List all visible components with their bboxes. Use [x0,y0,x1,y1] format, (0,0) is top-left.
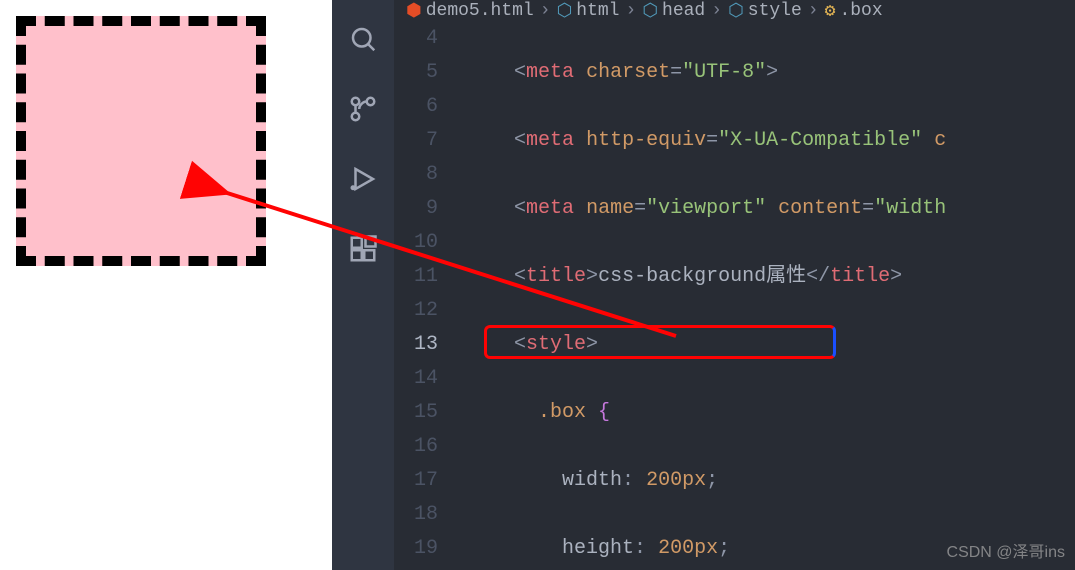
breadcrumb-file: demo5.html [426,1,534,21]
class-icon: ⚙ [825,0,836,22]
run-debug-icon[interactable] [348,164,378,194]
chevron-right-icon: › [626,1,637,21]
source-control-icon[interactable] [348,94,378,124]
preview-pane [0,0,332,570]
chevron-right-icon: › [711,1,722,21]
line-gutter: 4 5 6 7 8 9 10 11 12 13 14 15 16 17 18 1… [394,22,466,570]
element-icon: ⬡ [557,0,573,22]
activity-bar [332,0,394,570]
breadcrumb-part: .box [839,1,882,21]
extensions-icon[interactable] [348,234,378,264]
watermark: CSDN @泽哥ins [947,538,1065,562]
chevron-right-icon: › [540,1,551,21]
breadcrumb-part: html [576,1,619,21]
code-content[interactable]: <meta charset="UTF-8"> <meta http-equiv=… [466,22,1075,570]
element-icon: ⬡ [642,0,658,22]
html-file-icon: ⬢ [406,0,422,22]
editor-pane: ⬢ demo5.html › ⬡ html › ⬡ head › ⬡ style… [394,0,1075,570]
breadcrumb-part: head [662,1,705,21]
demo-box [16,16,266,266]
search-icon[interactable] [348,24,378,54]
breadcrumb-part: style [748,1,802,21]
element-icon: ⬡ [728,0,744,22]
code-area[interactable]: 4 5 6 7 8 9 10 11 12 13 14 15 16 17 18 1… [394,22,1075,570]
breadcrumb[interactable]: ⬢ demo5.html › ⬡ html › ⬡ head › ⬡ style… [394,0,1075,22]
chevron-right-icon: › [808,1,819,21]
